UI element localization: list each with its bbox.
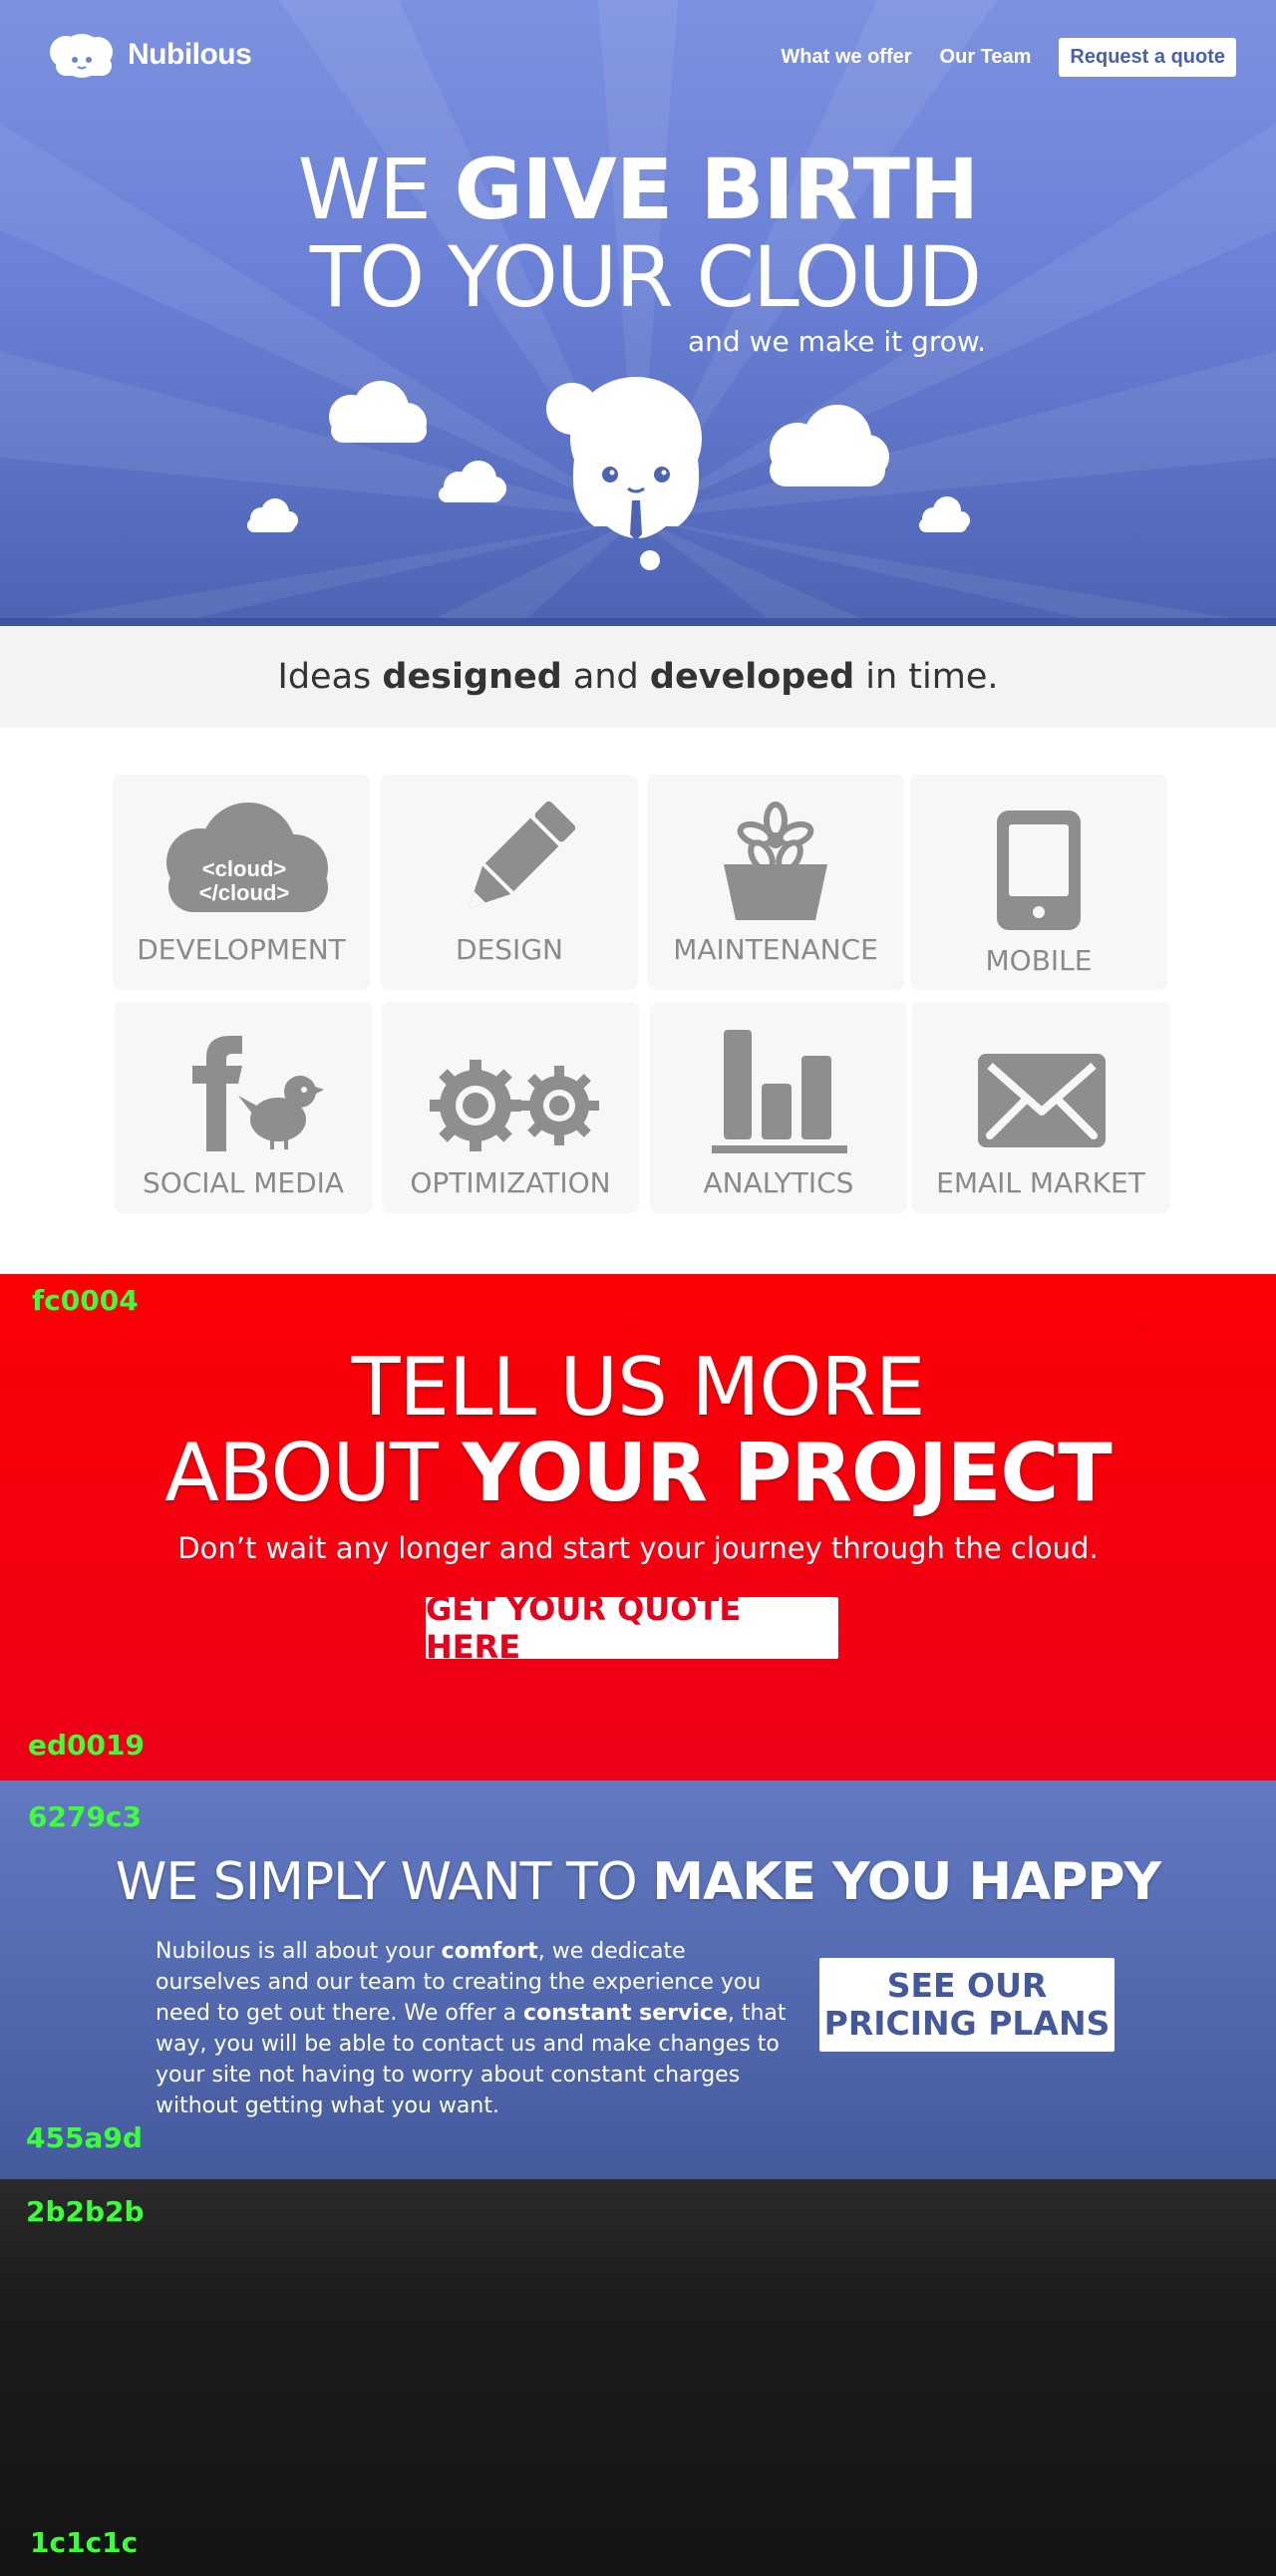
- svg-text:<cloud>: <cloud>: [202, 856, 286, 881]
- service-label: ANALYTICS: [703, 1166, 854, 1199]
- cta-heading-light: ABOUT: [164, 1427, 463, 1519]
- service-label: MAINTENANCE: [673, 933, 878, 966]
- service-label: SOCIAL MEDIA: [142, 1166, 345, 1199]
- gears-icon: [430, 1060, 599, 1151]
- pricing-button-line-1: SEE OUR: [886, 1966, 1048, 2005]
- cloud-icon: [329, 381, 427, 443]
- happy-bold-comfort: comfort: [441, 1939, 538, 1964]
- color-swatch-label: ed0019: [28, 1729, 145, 1762]
- pricing-button-label: SEE OUR PRICING PLANS: [824, 1967, 1111, 2043]
- cloud-icon: [439, 461, 506, 502]
- envelope-icon: [978, 1054, 1106, 1147]
- service-label: OPTIMIZATION: [410, 1166, 611, 1199]
- service-tile-maintenance[interactable]: MAINTENANCE: [647, 775, 904, 990]
- cta-heading-bold: YOUR PROJECT: [462, 1427, 1112, 1519]
- pencil-icon: [468, 801, 576, 909]
- service-tile-analytics[interactable]: ANALYTICS: [650, 1002, 907, 1213]
- svg-text:</cloud>: </cloud>: [199, 880, 289, 905]
- ideas-text: and: [561, 657, 650, 697]
- happy-heading-bold: MAKE YOU HAPPY: [652, 1852, 1161, 1912]
- hero-section: Nubilous What we offer Our Team Request …: [0, 0, 1276, 626]
- ideas-bold-designed: designed: [382, 657, 562, 697]
- social-icon: [192, 1036, 324, 1151]
- cta-heading-line-2: ABOUT YOUR PROJECT: [0, 1434, 1276, 1513]
- project-cta-section: fc0004 TELL US MORE ABOUT YOUR PROJECT D…: [0, 1274, 1276, 1780]
- happy-text: Nubilous is all about your: [156, 1939, 442, 1964]
- color-swatch-label: fc0004: [32, 1284, 139, 1317]
- phone-icon: [997, 810, 1081, 930]
- happy-heading-light: WE SIMPLY WANT TO: [115, 1852, 653, 1912]
- service-label: DEVELOPMENT: [137, 933, 346, 966]
- cta-subtitle: Don’t wait any longer and start your jou…: [177, 1531, 1099, 1565]
- ideas-bold-developed: developed: [649, 657, 855, 697]
- cloud-mascot-illustration: [546, 377, 702, 570]
- get-quote-button[interactable]: GET YOUR QUOTE HERE: [426, 1590, 838, 1666]
- services-grid: <cloud> </cloud> DEVELOPMENT DESIGN MAIN…: [0, 728, 1276, 1274]
- happy-description: Nubilous is all about your comfort, we d…: [156, 1936, 794, 2121]
- color-swatch-label: 2b2b2b: [26, 2195, 145, 2228]
- hero-divider: [0, 618, 1276, 626]
- happy-heading: WE SIMPLY WANT TO MAKE YOU HAPPY: [0, 1852, 1276, 1912]
- service-tile-mobile[interactable]: MOBILE: [910, 775, 1167, 990]
- pricing-plans-button[interactable]: SEE OUR PRICING PLANS: [819, 1958, 1115, 2052]
- service-label: EMAIL MARKET: [936, 1166, 1145, 1199]
- cloud-icon: [247, 498, 298, 532]
- service-tile-optimization[interactable]: OPTIMIZATION: [382, 1002, 639, 1213]
- color-swatch-label: 1c1c1c: [30, 2526, 139, 2559]
- ideas-text: in time.: [854, 657, 999, 697]
- cloud-icon: [919, 496, 970, 532]
- ideas-banner: Ideas designed and developed in time.: [0, 626, 1276, 728]
- pricing-button-line-2: PRICING PLANS: [823, 2004, 1111, 2043]
- happy-section: 6279c3 WE SIMPLY WANT TO MAKE YOU HAPPY …: [0, 1780, 1276, 2179]
- flower-pot-icon: [724, 802, 827, 920]
- cloud-icon: [770, 405, 889, 486]
- cta-heading-line-1: TELL US MORE: [351, 1341, 926, 1434]
- service-label: MOBILE: [985, 944, 1093, 977]
- color-swatch-label: 6279c3: [28, 1800, 143, 1833]
- ideas-text: Ideas: [277, 657, 383, 697]
- service-tile-email-market[interactable]: EMAIL MARKET: [912, 1002, 1169, 1213]
- service-tile-development[interactable]: <cloud> </cloud> DEVELOPMENT: [113, 775, 370, 990]
- cloud-code-icon: <cloud> </cloud>: [166, 803, 328, 912]
- happy-bold-constant-service: constant service: [523, 2001, 728, 2026]
- bar-chart-icon: [712, 1030, 847, 1153]
- service-tile-social-media[interactable]: SOCIAL MEDIA: [115, 1002, 372, 1213]
- service-label: DESIGN: [456, 933, 563, 966]
- color-swatch-label: 455a9d: [26, 2121, 143, 2154]
- hero-clouds-illustration: [247, 377, 970, 570]
- service-tile-design[interactable]: DESIGN: [381, 775, 638, 990]
- footer-section: 2b2b2b 1c1c1c: [0, 2179, 1276, 2576]
